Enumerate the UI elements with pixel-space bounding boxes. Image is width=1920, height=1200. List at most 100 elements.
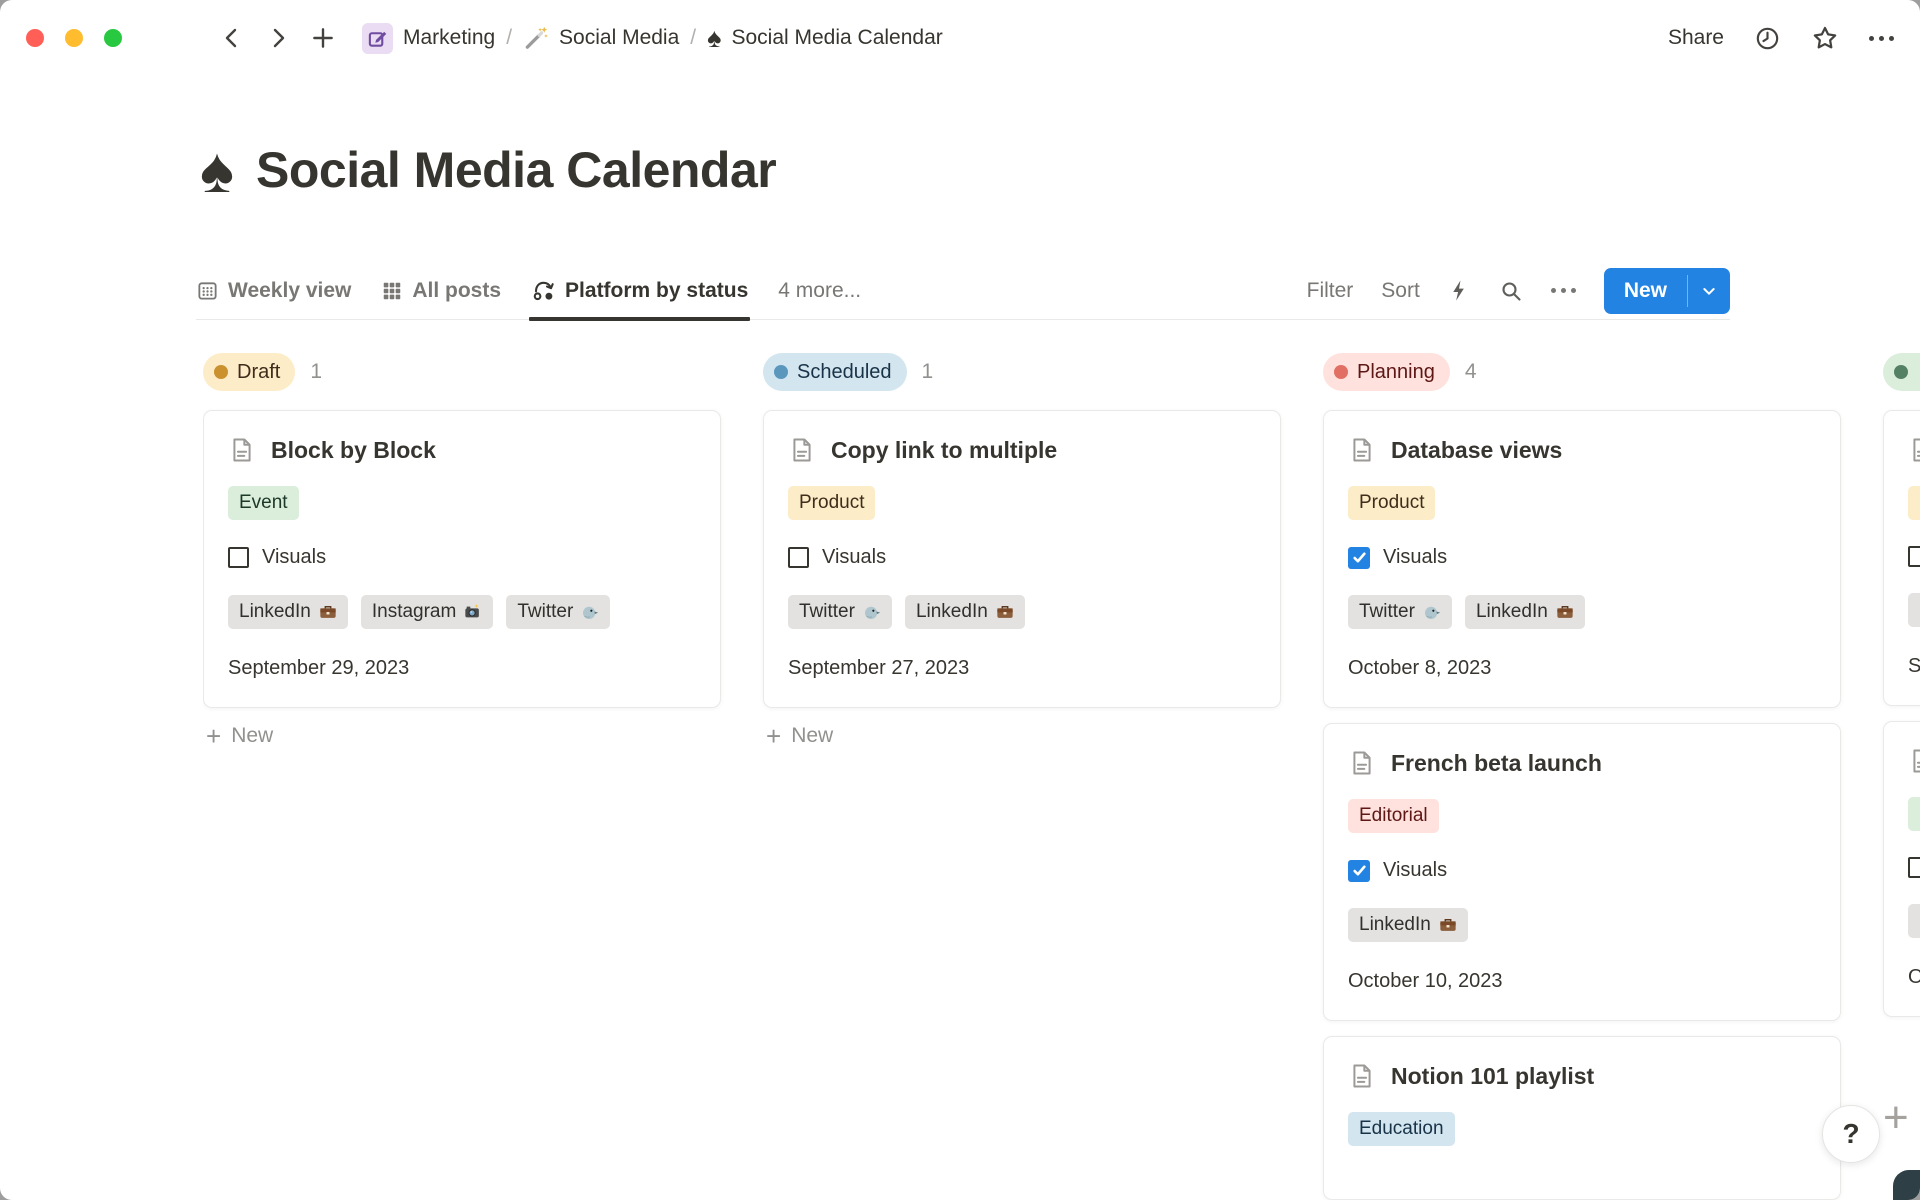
help-button[interactable]: ? <box>1822 1105 1880 1163</box>
forward-icon[interactable] <box>266 26 290 50</box>
visuals-label: Visuals <box>1383 546 1447 569</box>
tab-more-views[interactable]: 4 more... <box>778 262 861 319</box>
card-block-by-block[interactable]: Block by Block Event Visuals LinkedIn In… <box>203 410 721 708</box>
back-icon[interactable] <box>220 26 244 50</box>
favorite-star-icon[interactable] <box>1811 24 1839 52</box>
platform-tag-linkedin: LinkedIn <box>228 595 348 629</box>
tab-label: Weekly view <box>228 279 351 303</box>
page-icon <box>228 436 256 464</box>
magic-wand-icon <box>523 25 549 51</box>
card-date: S <box>1908 655 1920 678</box>
updates-clock-icon[interactable] <box>1754 25 1781 52</box>
status-dot <box>774 365 788 379</box>
breadcrumb: Marketing / Social Media / ♠ Social Medi… <box>362 23 943 54</box>
page-title[interactable]: Social Media Calendar <box>256 141 776 199</box>
new-entry-button[interactable]: New <box>1604 268 1687 314</box>
breadcrumb-item-marketing[interactable]: Marketing <box>362 23 495 54</box>
more-options-icon[interactable] <box>1869 36 1894 41</box>
card-database-views[interactable]: Database views Product Visuals Twitter L… <box>1323 410 1841 708</box>
visuals-checkbox[interactable] <box>788 547 809 568</box>
page-icon <box>1348 1062 1376 1090</box>
breadcrumb-item-social-media-calendar[interactable]: ♠ Social Media Calendar <box>707 25 943 52</box>
calendar-icon <box>196 279 219 302</box>
status-badge-planning[interactable]: Planning <box>1323 353 1450 391</box>
spade-icon: ♠ <box>707 25 721 52</box>
corner-widget <box>1893 1170 1920 1200</box>
add-card-button[interactable]: + New <box>206 723 721 749</box>
visuals-label: Visuals <box>1383 859 1447 882</box>
add-card-button[interactable]: + New <box>766 723 1281 749</box>
page-icon <box>788 436 816 464</box>
status-dot <box>1334 365 1348 379</box>
breadcrumb-item-social-media[interactable]: Social Media <box>523 25 679 51</box>
zoom-window-button[interactable] <box>104 29 122 47</box>
chevron-down-icon[interactable] <box>1688 268 1730 314</box>
topbar-actions: Share <box>1668 24 1894 52</box>
visuals-label: Visuals <box>822 546 886 569</box>
column-count: 1 <box>310 360 322 384</box>
card-french-beta-launch[interactable]: French beta launch Editorial Visuals Lin… <box>1323 723 1841 1021</box>
status-dot <box>214 365 228 379</box>
compose-icon <box>362 23 393 54</box>
card-title: Notion 101 playlist <box>1391 1063 1594 1090</box>
page-icon <box>1908 747 1920 775</box>
visuals-checkbox[interactable] <box>1908 857 1920 878</box>
minimize-window-button[interactable] <box>65 29 83 47</box>
platform-tag-linkedin: LinkedIn <box>1465 595 1585 629</box>
category-tag <box>1908 486 1920 520</box>
card-date: September 29, 2023 <box>228 657 696 680</box>
card-title: French beta launch <box>1391 750 1602 777</box>
category-tag: Event <box>228 486 299 520</box>
visuals-checkbox[interactable] <box>1348 547 1370 569</box>
close-window-button[interactable] <box>26 29 44 47</box>
platform-tag-instagram: Instagram <box>361 595 493 629</box>
card-title: Copy link to multiple <box>831 437 1057 464</box>
briefcase-icon <box>1556 603 1574 621</box>
tab-weekly-view[interactable]: Weekly view <box>196 262 351 319</box>
tab-platform-by-status[interactable]: Platform by status <box>531 262 748 319</box>
view-tabs: Weekly view All posts Platform by status… <box>196 262 861 319</box>
platform-tag-twitter: Twitter <box>506 595 610 629</box>
status-badge-scheduled[interactable]: Scheduled <box>763 353 907 391</box>
traffic-lights <box>26 29 122 47</box>
breadcrumb-separator: / <box>690 26 696 50</box>
status-badge-partial[interactable] <box>1883 353 1920 391</box>
platform-tag <box>1908 904 1920 938</box>
search-icon[interactable] <box>1499 279 1523 303</box>
add-group-plus-icon[interactable]: + <box>1883 1096 1909 1140</box>
card-date: O <box>1908 966 1920 989</box>
board-column-planning: Planning 4 Database views Product Visual… <box>1323 352 1841 1200</box>
platform-tag-twitter: Twitter <box>1348 595 1452 629</box>
category-tag: Product <box>1348 486 1435 520</box>
share-button[interactable]: Share <box>1668 26 1724 50</box>
card-copy-link-to-multiple[interactable]: Copy link to multiple Product Visuals Tw… <box>763 410 1281 708</box>
grid-icon <box>381 280 403 302</box>
sidebar-menu-icon[interactable] <box>154 28 184 49</box>
category-tag: Product <box>788 486 875 520</box>
card-title: Block by Block <box>271 437 436 464</box>
filter-button[interactable]: Filter <box>1307 279 1354 303</box>
new-page-icon[interactable] <box>310 25 336 51</box>
card-date: October 10, 2023 <box>1348 970 1816 993</box>
sort-button[interactable]: Sort <box>1381 279 1420 303</box>
breadcrumb-label: Marketing <box>403 26 495 50</box>
kanban-board: Draft 1 Block by Block Event Visuals Lin… <box>203 352 1920 1200</box>
tab-all-posts[interactable]: All posts <box>381 262 501 319</box>
status-dot <box>1894 365 1908 379</box>
card-partial[interactable]: S <box>1883 410 1920 706</box>
visuals-checkbox[interactable] <box>1908 546 1920 567</box>
card-date: October 8, 2023 <box>1348 657 1816 680</box>
board-column-partial: S O <box>1883 352 1920 1200</box>
visuals-checkbox[interactable] <box>228 547 249 568</box>
plus-icon: + <box>766 723 781 749</box>
card-partial[interactable]: O <box>1883 721 1920 1017</box>
board-column-draft: Draft 1 Block by Block Event Visuals Lin… <box>203 352 721 1200</box>
platform-tag <box>1908 593 1920 627</box>
visuals-checkbox[interactable] <box>1348 860 1370 882</box>
page-spade-icon[interactable]: ♠ <box>200 138 234 202</box>
card-notion-101-playlist[interactable]: Notion 101 playlist Education <box>1323 1036 1841 1200</box>
lightning-icon[interactable] <box>1448 279 1471 302</box>
view-more-options-icon[interactable] <box>1551 288 1576 293</box>
status-badge-draft[interactable]: Draft <box>203 353 295 391</box>
tab-label: All posts <box>412 279 501 303</box>
